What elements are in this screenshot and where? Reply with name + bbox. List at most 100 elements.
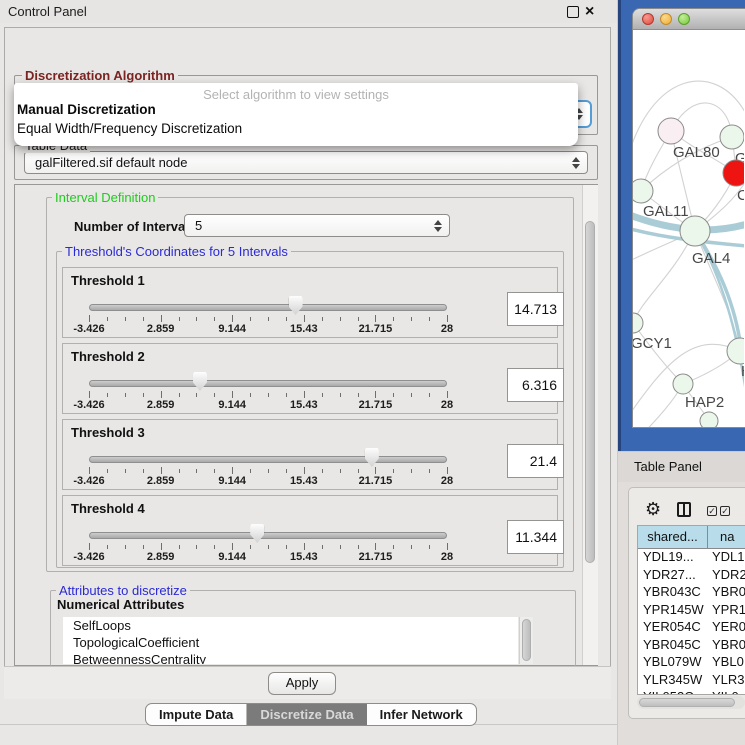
list-item-selfloops[interactable]: SelfLoops: [63, 617, 518, 634]
cell-shared-name: YDR27...: [638, 567, 708, 585]
tick-mark: [375, 391, 376, 398]
tick-mark: [340, 393, 341, 397]
tab-impute-data[interactable]: Impute Data: [146, 704, 247, 725]
slider-thumb[interactable]: [250, 524, 264, 543]
tick-mark: [322, 317, 323, 321]
attributes-scrollbar-thumb[interactable]: [522, 619, 531, 661]
split-column-icon[interactable]: [677, 502, 691, 517]
slider-track[interactable]: [89, 380, 447, 387]
close-light-icon[interactable]: [642, 13, 654, 25]
horizontal-scrollbar-thumb[interactable]: [639, 698, 735, 707]
node-label-node-h: H: [741, 363, 744, 380]
network-node-gal4[interactable]: [680, 216, 710, 246]
zoom-light-icon[interactable]: [678, 13, 690, 25]
minimize-light-icon[interactable]: [660, 13, 672, 25]
slider-thumb[interactable]: [193, 372, 207, 391]
tick-mark: [107, 545, 108, 549]
tick-mark: [411, 469, 412, 473]
tick-mark: [250, 545, 251, 549]
close-icon[interactable]: ×: [585, 1, 594, 23]
tick-mark: [268, 317, 269, 321]
horizontal-scrollbar[interactable]: [637, 696, 745, 709]
tick-label: 28: [441, 323, 453, 335]
table-panel-container: ⚙ ✓ ✓ shared... na YDL19...YDL1YDR27...Y…: [628, 487, 745, 719]
tick-mark: [358, 393, 359, 397]
tick-mark: [322, 393, 323, 397]
slider-thumb[interactable]: [289, 296, 303, 315]
slider-thumb[interactable]: [365, 448, 379, 467]
vertical-scrollbar-thumb[interactable]: [585, 221, 595, 563]
network-node-node-top-right[interactable]: [720, 125, 744, 149]
column-header-shared[interactable]: shared...: [638, 526, 708, 548]
threshold-value-input[interactable]: [507, 444, 564, 478]
checkbox-icon[interactable]: ✓: [720, 506, 730, 516]
tick-mark: [214, 393, 215, 397]
tick-mark: [358, 545, 359, 549]
table-row[interactable]: YDR27...YDR2: [638, 567, 745, 585]
column-header-name[interactable]: na: [708, 526, 745, 548]
table-row[interactable]: YBR043CYBR0: [638, 584, 745, 602]
attributes-list-scrollbar[interactable]: [519, 617, 533, 664]
vertical-scrollbar[interactable]: [582, 185, 598, 665]
checkbox-icon[interactable]: ✓: [707, 506, 717, 516]
tick-label: 21.715: [359, 323, 393, 335]
table-row[interactable]: YDL19...YDL1: [638, 549, 745, 567]
tick-label: 2.859: [147, 323, 175, 335]
threshold-label: Threshold 3: [71, 425, 145, 440]
table-row[interactable]: YLR345WYLR3: [638, 672, 745, 690]
tab-discretize-data[interactable]: Discretize Data: [247, 704, 366, 725]
tick-mark: [89, 315, 90, 322]
cell-name: YPR1: [708, 602, 745, 620]
list-item-betweennesscentrality[interactable]: BetweennessCentrality: [63, 651, 518, 664]
node-table: shared... na YDL19...YDL1YDR27...YDR2YBR…: [637, 525, 745, 695]
float-window-icon[interactable]: [567, 6, 579, 18]
tick-mark: [143, 393, 144, 397]
network-window-titlebar[interactable]: [633, 9, 745, 30]
attributes-group-title: Attributes to discretize: [56, 583, 190, 598]
list-item-topologicalcoefficient[interactable]: TopologicalCoefficient: [63, 634, 518, 651]
tick-mark: [286, 545, 287, 549]
tick-mark: [143, 469, 144, 473]
threshold-label: Threshold 1: [71, 273, 145, 288]
network-node-node-red[interactable]: [723, 160, 744, 186]
threshold-value-input[interactable]: [507, 520, 564, 554]
tick-mark: [429, 469, 430, 473]
tick-mark: [447, 315, 448, 322]
tick-mark: [268, 545, 269, 549]
gear-icon[interactable]: ⚙: [645, 500, 661, 518]
slider-track[interactable]: [89, 456, 447, 463]
tick-mark: [429, 317, 430, 321]
tick-mark: [125, 393, 126, 397]
network-node-gcy1[interactable]: [633, 313, 643, 333]
tick-mark: [89, 391, 90, 398]
network-node-gal11[interactable]: [633, 179, 653, 203]
table-row[interactable]: YIL052CYIL0: [638, 689, 745, 695]
table-data-combobox[interactable]: galFiltered.sif default node: [24, 151, 588, 174]
threshold-panel-3: Threshold 3-3.4262.8599.14415.4321.71528: [62, 419, 558, 490]
tick-mark: [375, 543, 376, 550]
threshold-value-input[interactable]: [507, 368, 564, 402]
table-row[interactable]: YBR045CYBR0: [638, 637, 745, 655]
table-row[interactable]: YPR145WYPR1: [638, 602, 745, 620]
table-row[interactable]: YBL079WYBL0: [638, 654, 745, 672]
number-of-intervals-spinner[interactable]: 5: [184, 214, 450, 237]
network-node-gal80[interactable]: [658, 118, 684, 144]
node-label-gal4: GAL4: [692, 250, 730, 267]
tick-mark: [107, 317, 108, 321]
tab-infer-network[interactable]: Infer Network: [367, 704, 476, 725]
menu-item-manual-discretization[interactable]: Manual Discretization: [17, 102, 156, 117]
network-node-node-h[interactable]: [727, 338, 744, 364]
network-canvas[interactable]: GAL80GACGAL11GAL4GCY1HHAP2: [633, 30, 744, 428]
algorithm-group-title: Discretization Algorithm: [22, 68, 178, 83]
network-node-hap2[interactable]: [673, 374, 693, 394]
network-node-node-bottom[interactable]: [700, 412, 718, 428]
table-row[interactable]: YER054CYER0: [638, 619, 745, 637]
tick-mark: [304, 391, 305, 398]
menu-item-equal-width-frequency[interactable]: Equal Width/Frequency Discretization: [17, 121, 242, 136]
apply-button[interactable]: Apply: [268, 672, 336, 695]
numerical-attributes-list[interactable]: SelfLoopsTopologicalCoefficientBetweenne…: [63, 617, 518, 664]
threshold-value-input[interactable]: [507, 292, 564, 326]
table-panel-titlebar: Table Panel: [618, 452, 745, 482]
slider-track[interactable]: [89, 304, 447, 311]
slider-track[interactable]: [89, 532, 447, 539]
